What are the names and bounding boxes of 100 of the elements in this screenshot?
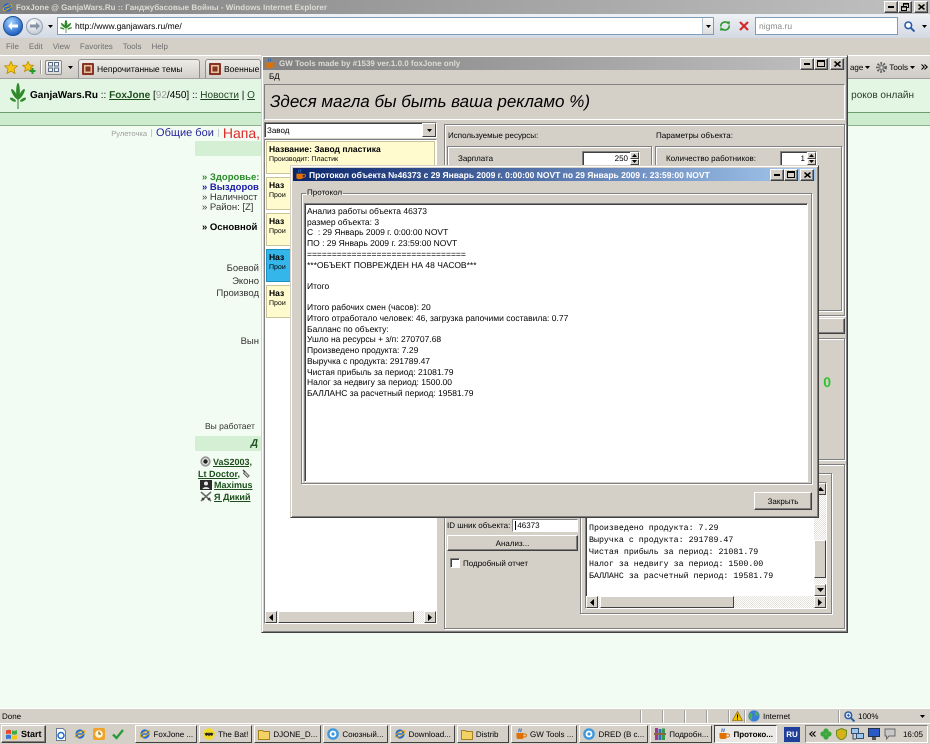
tab[interactable]: Непрочитанные темы xyxy=(78,59,200,78)
quick-tabs-button[interactable] xyxy=(45,60,62,74)
caret-icon xyxy=(48,24,52,28)
horizontal-scrollbar[interactable] xyxy=(586,596,826,608)
language-indicator[interactable]: RU xyxy=(784,726,800,742)
nav-link[interactable]: Напа, xyxy=(222,125,260,141)
caret-icon xyxy=(922,24,926,28)
scrollbar-thumb[interactable] xyxy=(278,611,414,623)
add-favorite-button[interactable] xyxy=(22,59,36,75)
scroll-left-button[interactable] xyxy=(586,596,598,608)
minimize-button[interactable] xyxy=(800,58,814,70)
globe-icon xyxy=(748,710,760,722)
user-link[interactable]: FoxJone xyxy=(109,90,150,101)
site-name: GanjaWars.Ru xyxy=(30,90,98,101)
result-value: 0 xyxy=(823,374,831,390)
number-field[interactable]: 1 xyxy=(780,151,817,166)
number-field[interactable]: 250 xyxy=(582,151,640,166)
taskbar-button[interactable]: GW Tools ... xyxy=(511,725,578,743)
page-menu-button[interactable]: age xyxy=(848,59,872,75)
stat-label: » Здоровье: xyxy=(202,173,260,183)
player-link[interactable]: VaS2003, xyxy=(213,456,252,467)
scrollbar-thumb[interactable] xyxy=(814,540,826,578)
minimize-icon xyxy=(774,174,780,176)
close-button[interactable]: Закрыть xyxy=(754,492,812,510)
status-text: Done xyxy=(1,712,22,720)
report-line: Итого xyxy=(307,280,330,292)
report-line: БАЛЛАНС за расчетный период: 19581.79 xyxy=(589,571,774,583)
caret-icon xyxy=(426,128,432,132)
star-icon xyxy=(4,60,18,74)
books-icon xyxy=(654,728,666,740)
bat-icon xyxy=(203,728,216,740)
maximize-button[interactable] xyxy=(784,168,798,180)
report-line: БАЛЛАНС за расчетный период: 19581.79 xyxy=(307,388,474,399)
arrow-up-icon xyxy=(809,154,814,157)
ring-icon xyxy=(327,728,340,740)
taskbar-button[interactable]: Distrib xyxy=(456,725,510,743)
player-link[interactable]: Я Дикий xyxy=(214,492,250,502)
report-text-area[interactable] xyxy=(304,203,808,482)
search-field[interactable]: nigma.ru xyxy=(755,17,898,35)
taskbar-button[interactable]: DRED (В с... xyxy=(579,725,648,743)
type-select[interactable]: Завод xyxy=(264,122,437,138)
window-close-button[interactable] xyxy=(914,1,928,13)
player-link[interactable]: Lt Doctor, xyxy=(198,468,240,479)
section-title[interactable]: Д xyxy=(250,438,258,449)
checkbox[interactable] xyxy=(450,558,460,568)
crossed-swords-icon xyxy=(200,491,212,502)
scroll-down-button[interactable] xyxy=(814,584,826,596)
add-favorite-icon xyxy=(22,60,36,74)
grid-icon xyxy=(48,62,59,72)
window-title: FoxJone @ GanjaWars.Ru :: Ганджубасовые Войны - Windows Internet Explorer xyxy=(16,2,327,12)
taskbar-button[interactable]: Союзный... xyxy=(323,725,388,743)
badge-icon xyxy=(200,480,212,490)
taskbar-button[interactable]: Download... xyxy=(390,725,455,743)
scroll-right-button[interactable] xyxy=(424,611,436,623)
taskbar-button[interactable]: Подробн... xyxy=(650,725,712,743)
analyze-button[interactable]: Анализ... xyxy=(447,535,578,551)
address-field[interactable]: http://www.ganjawars.ru/me/ xyxy=(57,17,714,35)
id-field[interactable]: 46373 xyxy=(512,519,578,532)
show-hidden-icons-button[interactable] xyxy=(808,731,816,737)
window-close-button[interactable] xyxy=(800,168,814,180)
header-link[interactable]: Новости xyxy=(200,90,239,101)
restore-button[interactable] xyxy=(898,1,912,13)
taskbar-button[interactable]: The Bat! xyxy=(199,725,252,743)
minimize-button[interactable] xyxy=(884,1,898,13)
section-label: Используемые ресурсы: xyxy=(448,131,538,141)
zoom-button[interactable]: 100% xyxy=(842,710,927,722)
arrow-down-icon xyxy=(809,160,814,164)
start-button[interactable]: Start xyxy=(1,725,46,743)
window-title: GW Tools made by #1539 ver.1.0.0 foxJone only xyxy=(279,59,460,68)
header-text: [ xyxy=(152,90,156,101)
minimize-button[interactable] xyxy=(770,168,784,180)
header-text: роков онлайн xyxy=(851,90,914,101)
tab[interactable]: Военные xyxy=(205,59,261,78)
taskbar-button[interactable]: DJONE_D... xyxy=(254,725,322,743)
scroll-right-button[interactable] xyxy=(814,596,826,608)
caret-icon xyxy=(706,24,710,28)
report-line: Выручка с продукта: 291789.47 xyxy=(307,356,430,367)
player-link[interactable]: Maximus xyxy=(214,480,253,490)
scrollbar-thumb[interactable] xyxy=(600,596,734,608)
dropdown-button[interactable] xyxy=(702,18,713,34)
horizontal-scrollbar[interactable] xyxy=(265,611,436,623)
nav-link[interactable]: Общие бои xyxy=(156,127,214,139)
search-button[interactable] xyxy=(901,18,917,34)
scroll-left-button[interactable] xyxy=(265,611,277,623)
arrow-left-icon xyxy=(590,598,594,606)
field-label: Зарплата xyxy=(458,154,494,163)
stat-label: » Район: [Z] xyxy=(202,203,254,213)
tools-menu-button[interactable]: Tools xyxy=(875,59,916,75)
menu-item[interactable]: БД xyxy=(264,71,285,82)
window-close-button[interactable] xyxy=(830,58,844,70)
taskbar-button[interactable]: FoxJone ... xyxy=(134,725,198,743)
back-button[interactable] xyxy=(3,16,23,36)
clock: 16:05 xyxy=(902,730,923,738)
quick-launch-button[interactable] xyxy=(54,726,68,742)
maximize-button[interactable] xyxy=(814,58,828,70)
header-link[interactable]: О xyxy=(247,90,255,101)
taskbar-button[interactable]: Протоко... xyxy=(714,725,777,743)
orbit-icon xyxy=(74,728,86,740)
header-text: :: xyxy=(100,90,108,101)
minimize-icon xyxy=(804,62,810,64)
